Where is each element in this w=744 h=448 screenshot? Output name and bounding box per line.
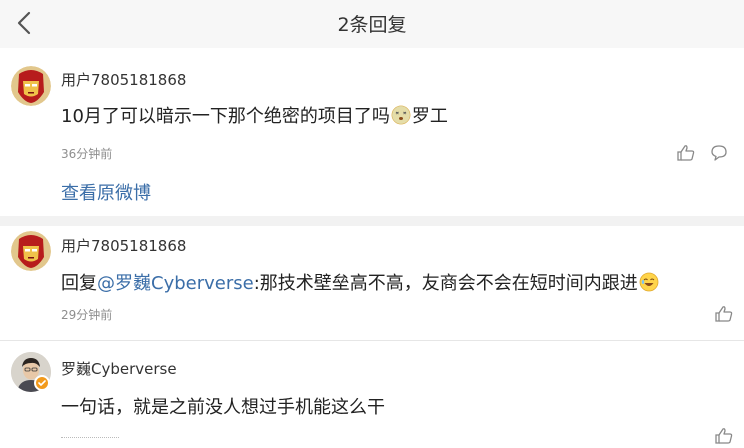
reply-username[interactable]: 用户7805181868 <box>61 235 186 256</box>
comment-username[interactable]: 用户7805181868 <box>61 69 186 90</box>
comment-icon[interactable] <box>709 143 729 163</box>
like-icon[interactable] <box>714 304 734 324</box>
ironman-avatar[interactable] <box>11 66 51 106</box>
page-title: 2条回复 <box>337 14 407 36</box>
comment-suffix: 罗工 <box>411 106 448 127</box>
nav-bar: 2条回复 <box>0 0 744 48</box>
original-comment: 用户7805181868 10月了可以暗示一下那个绝密的项目了吗 罗工 36分钟前… <box>0 48 744 216</box>
reply-username[interactable]: 罗巍Cyberverse <box>61 358 177 379</box>
like-icon[interactable] <box>714 426 734 446</box>
comment-content: 10月了可以暗示一下那个绝密的项目了吗 罗工 <box>61 102 448 128</box>
section-divider <box>0 216 744 226</box>
reply-item: 用户7805181868 回复@罗巍Cyberverse:那技术壁垒高不高，友商… <box>0 226 744 340</box>
reply-prefix: 回复 <box>61 273 97 294</box>
reply-item: 罗巍Cyberverse 一句话，就是之前没人想过手机能这么干 <box>0 341 744 448</box>
comment-time: 36分钟前 <box>61 147 113 161</box>
comment-text: 10月了可以暗示一下那个绝密的项目了吗 <box>61 106 390 127</box>
laugh-emoji <box>639 272 659 292</box>
reply-time: 29分钟前 <box>61 308 113 322</box>
reply-content: 回复@罗巍Cyberverse:那技术壁垒高不高，友商会不会在短时间内跟进 <box>61 269 660 295</box>
view-original-link[interactable]: 查看原微博 <box>61 179 151 205</box>
ironman-avatar[interactable] <box>11 231 51 271</box>
like-icon[interactable] <box>676 143 696 163</box>
dizzy-emoji <box>391 105 411 125</box>
verified-badge-icon <box>34 375 50 391</box>
time-truncated <box>61 437 119 443</box>
reply-text: :那技术壁垒高不高，友商会不会在短时间内跟进 <box>253 273 638 294</box>
mention-link[interactable]: @罗巍Cyberverse <box>97 273 254 294</box>
reply-content: 一句话，就是之前没人想过手机能这么干 <box>61 397 385 418</box>
